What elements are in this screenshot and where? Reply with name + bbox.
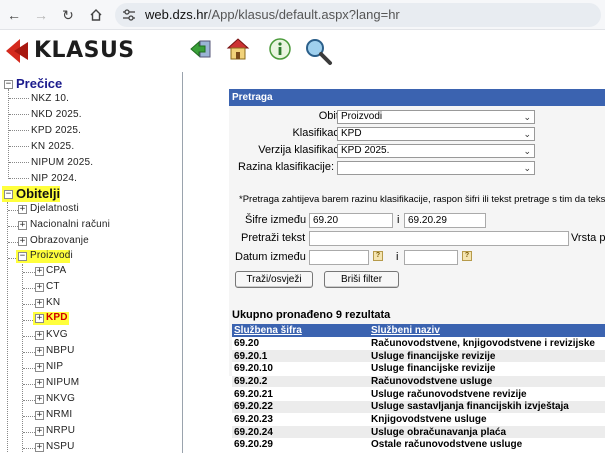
tree-group-label: Prečice [16,76,63,91]
table-row[interactable]: 69.20.22 Usluge sastavljanja financijskih… [232,400,605,414]
address-bar[interactable]: web.dzs.hr/App/klasus/default.aspx?lang=… [115,3,601,27]
column-header-sifra[interactable]: Službena šifra [232,324,369,337]
klasus-logo-icon [6,39,28,63]
expand-icon[interactable]: + [35,363,44,372]
column-header-naziv[interactable]: Službeni naziv [369,324,605,337]
i-label: i [397,214,400,226]
table-row[interactable]: 69.20.29 Ostale računovodstvene usluge [232,438,605,452]
expand-icon[interactable]: + [18,221,27,230]
expand-icon[interactable]: + [35,299,44,308]
shortcut-item[interactable]: NKZ 10. [31,93,69,104]
sifra-do-input[interactable]: 69.20.29 [404,213,486,228]
chevron-down-icon: ⌄ [523,146,531,156]
razina-select[interactable]: ⌄ [337,161,535,175]
search-panel: Pretraga Obitelj: Proizvodi ⌄ Klasifikaci… [229,89,605,453]
pretrazi-tekst-label: Pretraži tekst [241,232,306,244]
search-note: *Pretraga zahtijeva barem razinu klasifi… [239,194,605,205]
shortcut-item[interactable]: KN 2025. [31,141,74,152]
expand-icon[interactable]: + [35,267,44,276]
search-button[interactable]: Traži/osvježi [235,271,313,288]
collapse-icon[interactable]: − [4,80,13,89]
sifre-label: Šifre između [245,214,307,226]
browser-toolbar: ← → ↻ web.dzs.hr/App/klasus/default.aspx… [0,0,605,30]
forward-icon[interactable]: → [31,5,51,25]
expand-icon[interactable]: + [35,283,44,292]
panel-title: Pretraga [229,89,605,106]
obitelj-select[interactable]: Proizvodi ⌄ [337,110,535,124]
table-row[interactable]: 69.20 Računovodstvene, knjigovodstvene i … [232,337,605,351]
expand-icon[interactable]: + [35,443,44,452]
chevron-down-icon: ⌄ [523,112,531,122]
table-row[interactable]: 69.20.2 Računovodstvene usluge [232,375,605,389]
search-magnifier-icon[interactable] [303,36,332,65]
table-row[interactable]: 69.20.24 Usluge obračunavanja plaća [232,425,605,439]
expand-icon[interactable]: + [35,427,44,436]
verzija-select[interactable]: KPD 2025. ⌄ [337,144,535,158]
shortcut-item[interactable]: KPD 2025. [31,125,81,136]
datum-od-input[interactable] [309,250,369,265]
home-icon[interactable] [86,5,106,25]
info-icon[interactable] [267,36,295,64]
table-row[interactable]: 69.20.1 Usluge financijske revizije [232,349,605,363]
expand-icon[interactable]: + [35,331,44,340]
table-row[interactable]: 69.20.21 Usluge računovodstvene revizije [232,387,605,401]
calendar-icon[interactable]: ? [462,251,472,261]
app-header: KLASUS [0,30,605,72]
reload-icon[interactable]: ↻ [58,5,78,25]
chevron-down-icon: ⌄ [523,129,531,139]
back-icon[interactable]: ← [4,5,24,25]
url-text: web.dzs.hr/App/klasus/default.aspx?lang=… [145,7,400,22]
collapse-icon[interactable]: − [4,190,13,199]
expand-icon[interactable]: + [18,237,27,246]
expand-icon[interactable]: + [35,347,44,356]
table-row[interactable]: 69.20.10 Usluge financijske revizije [232,362,605,376]
tree-item-proizvodi[interactable]: − Proizvodi [16,250,73,263]
home-page-icon[interactable] [225,36,253,64]
collapse-icon[interactable]: − [18,252,27,261]
razina-label: Razina klasifikacije: [238,161,334,173]
site-info-icon[interactable] [120,6,138,24]
clear-filter-button[interactable]: Briši filter [324,271,399,288]
results-table: Službena šifra Službeni naziv 69.20 Račun… [232,324,605,452]
tree-group-obitelji[interactable]: − Obitelji [2,186,60,202]
shortcut-item[interactable]: NIP 2024. [31,173,77,184]
klasifikacija-select[interactable]: KPD ⌄ [337,127,535,141]
back-arrow-icon[interactable] [188,36,216,64]
table-row[interactable]: 69.20.23 Knjigovodstvene usluge [232,413,605,427]
klasus-logo: KLASUS [4,35,144,67]
datum-do-input[interactable] [404,250,458,265]
navigation-tree: − Prečice NKZ 10. NKD 2025. KPD 2025. KN… [0,72,183,453]
expand-icon[interactable]: + [35,379,44,388]
vrsta-label: Vrsta p [571,232,605,244]
datum-label: Datum između [235,251,306,263]
expand-icon[interactable]: + [18,205,27,214]
sifra-od-input[interactable]: 69.20 [309,213,393,228]
calendar-icon[interactable]: ? [373,251,383,261]
i-label: i [396,251,399,263]
shortcut-item[interactable]: NKD 2025. [31,109,82,120]
results-summary: Ukupno pronađeno 9 rezultata [232,309,391,321]
tree-item-kpd-selected[interactable]: + KPD [33,312,69,325]
expand-icon[interactable]: + [35,314,44,323]
tree-group-label: Obitelji [16,186,61,201]
chevron-down-icon: ⌄ [523,163,531,173]
text-search-input[interactable] [309,231,569,246]
shortcut-item[interactable]: NIPUM 2025. [31,157,93,168]
expand-icon[interactable]: + [35,395,44,404]
logo-text: KLASUS [34,38,135,63]
expand-icon[interactable]: + [35,411,44,420]
